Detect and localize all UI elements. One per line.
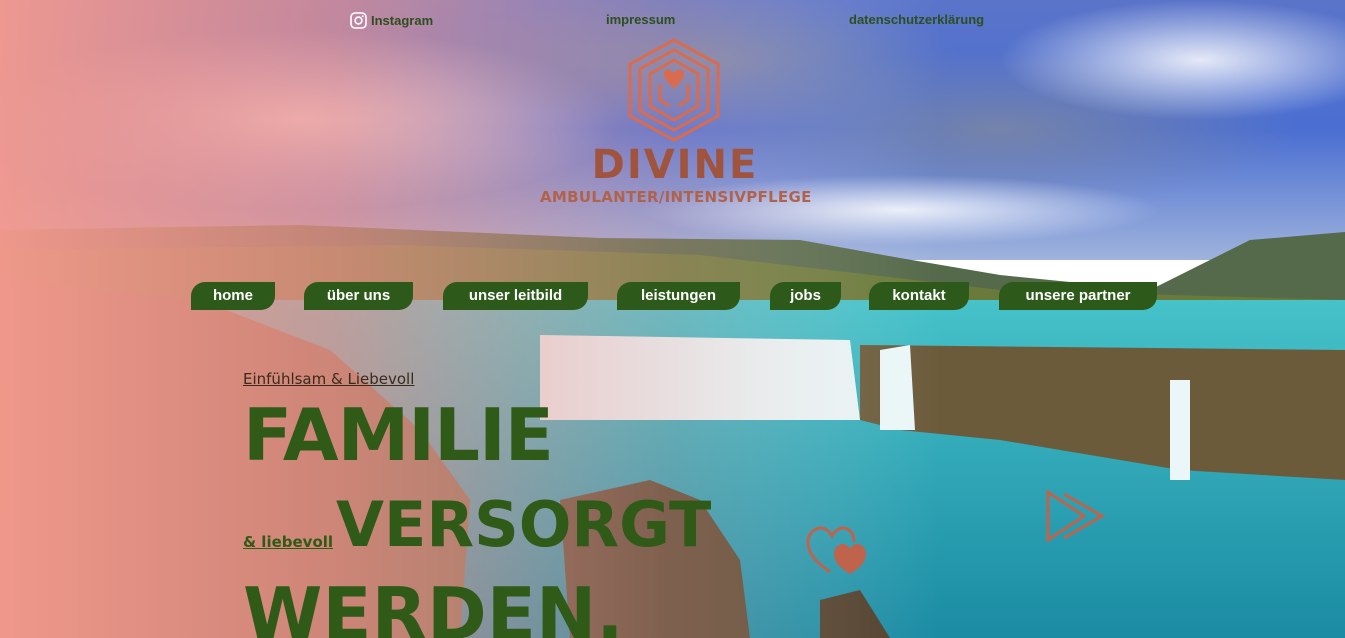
nav-item-ueber-uns[interactable]: über uns bbox=[304, 282, 413, 310]
nav-item-jobs[interactable]: jobs bbox=[770, 282, 841, 310]
logo-mark-icon bbox=[628, 38, 720, 142]
nav-item-home[interactable]: home bbox=[191, 282, 275, 310]
heart-icon bbox=[806, 526, 866, 574]
nav-item-kontakt[interactable]: kontakt bbox=[869, 282, 969, 310]
top-bar: Instagram impressum datenschutzerklärung bbox=[0, 8, 1345, 32]
hero-headline-line2: VERSORGT bbox=[336, 488, 712, 561]
hero-headline-line3: WERDEN. bbox=[243, 572, 624, 638]
nav-item-unsere-partner[interactable]: unsere partner bbox=[999, 282, 1157, 310]
nav-item-leistungen[interactable]: leistungen bbox=[617, 282, 740, 310]
brand-name: DIVINE bbox=[591, 142, 759, 188]
hero-section: Instagram impressum datenschutzerklärung… bbox=[0, 0, 1345, 638]
brand-logo[interactable]: DIVINE AMBULANTER/INTENSIVPFLEGE bbox=[540, 38, 812, 213]
nav-item-unser-leitbild[interactable]: unser leitbild bbox=[443, 282, 588, 310]
instagram-icon bbox=[350, 12, 367, 29]
impressum-link[interactable]: impressum bbox=[606, 12, 675, 27]
instagram-label: Instagram bbox=[371, 13, 434, 28]
play-icon[interactable] bbox=[1044, 488, 1108, 544]
hero-small-link[interactable]: & liebevoll bbox=[243, 533, 333, 551]
hero-headline-line1: FAMILIE bbox=[243, 393, 554, 477]
brand-subtitle: AMBULANTER/INTENSIVPFLEGE bbox=[540, 188, 812, 206]
privacy-link[interactable]: datenschutzerklärung bbox=[849, 12, 984, 27]
main-navigation: home über uns unser leitbild leistungen … bbox=[0, 282, 1345, 312]
instagram-link[interactable]: Instagram bbox=[350, 12, 433, 29]
hero-kicker: Einfühlsam & Liebevoll bbox=[243, 370, 415, 388]
